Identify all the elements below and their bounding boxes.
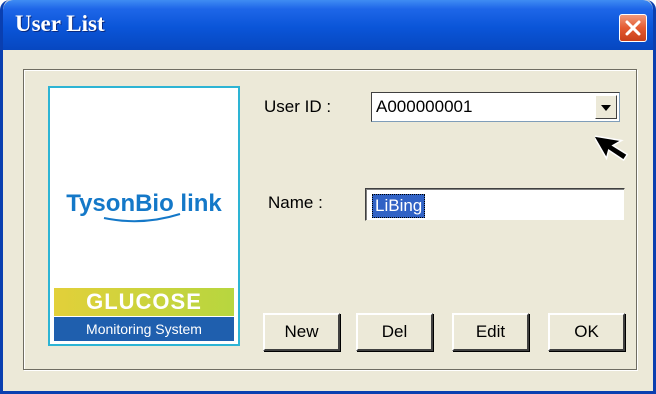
title-bar[interactable]: User List xyxy=(3,0,653,50)
del-button[interactable]: Del xyxy=(356,313,433,351)
chevron-down-icon xyxy=(601,105,611,111)
new-button[interactable]: New xyxy=(263,313,340,351)
user-list-dialog: User List TysonBio link GLUCOSE Monitori… xyxy=(0,0,656,394)
mouse-pointer-icon xyxy=(595,134,629,162)
user-id-label: User ID : xyxy=(264,97,332,116)
app-logo: TysonBio link GLUCOSE Monitoring System xyxy=(48,86,240,346)
glucose-banner: GLUCOSE xyxy=(54,288,234,316)
dropdown-button[interactable] xyxy=(595,95,617,119)
user-id-dropdown[interactable]: A000000001 xyxy=(371,92,620,122)
window-title: User List xyxy=(15,11,105,36)
close-icon xyxy=(625,20,641,36)
user-id-value: A000000001 xyxy=(376,97,473,116)
edit-button[interactable]: Edit xyxy=(452,313,529,351)
name-label: Name : xyxy=(268,193,323,212)
name-value: LiBing xyxy=(372,194,426,218)
monitoring-banner: Monitoring System xyxy=(54,317,234,341)
close-button[interactable] xyxy=(619,14,647,42)
logo-swoosh-icon xyxy=(103,213,181,223)
name-input[interactable]: LiBing xyxy=(365,188,625,221)
ok-button[interactable]: OK xyxy=(548,313,625,351)
